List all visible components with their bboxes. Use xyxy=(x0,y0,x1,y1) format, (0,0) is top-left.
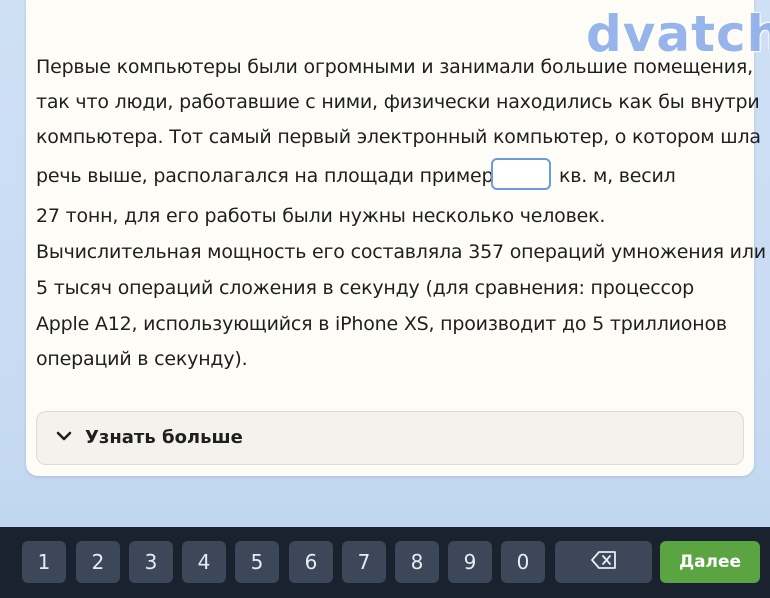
area-answer-input[interactable] xyxy=(491,158,551,190)
passage-line-7: 5 тысяч операций сложения в секунду (для… xyxy=(36,277,695,299)
key-6[interactable]: 6 xyxy=(289,541,333,583)
key-9[interactable]: 9 xyxy=(448,541,492,583)
backspace-button[interactable] xyxy=(555,541,652,583)
key-7[interactable]: 7 xyxy=(342,541,386,583)
key-0[interactable]: 0 xyxy=(501,541,545,583)
numeric-keyboard: 1 2 3 4 5 6 7 8 9 0 Далее xyxy=(0,527,770,598)
passage-line-9: операций в секунду). xyxy=(36,348,248,370)
passage-line-4-before: речь выше, располагался на площади приме… xyxy=(36,165,517,187)
backspace-icon xyxy=(590,551,617,573)
passage-line-2: так что люди, работавшие с ними, физичес… xyxy=(36,91,760,113)
watermark-logo: dvatch xyxy=(586,5,770,63)
passage-line-6: Вычислительная мощность его составляла 3… xyxy=(36,241,766,263)
key-1[interactable]: 1 xyxy=(22,541,66,583)
passage-line-4-after: кв. м, весил xyxy=(559,165,676,187)
chevron-down-icon xyxy=(55,427,73,445)
key-4[interactable]: 4 xyxy=(182,541,226,583)
passage-line-8: Apple A12, использующийся в iPhone XS, п… xyxy=(36,313,727,335)
key-3[interactable]: 3 xyxy=(129,541,173,583)
learn-more-expander[interactable]: Узнать больше xyxy=(36,411,744,465)
key-8[interactable]: 8 xyxy=(395,541,439,583)
key-5[interactable]: 5 xyxy=(235,541,279,583)
passage-line-5: 27 тонн, для его работы были нужны неско… xyxy=(36,205,606,227)
passage-line-3: компьютера. Тот самый первый электронный… xyxy=(36,126,761,148)
key-2[interactable]: 2 xyxy=(76,541,120,583)
learn-more-label: Узнать больше xyxy=(85,427,243,448)
next-button[interactable]: Далее xyxy=(660,541,760,583)
